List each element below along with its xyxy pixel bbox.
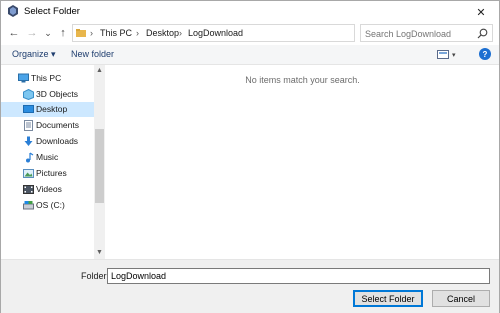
- sidebar-item-music[interactable]: Music: [1, 150, 94, 165]
- chevron-down-icon: ⌄: [44, 27, 52, 38]
- close-icon: ✕: [476, 6, 486, 19]
- window-title: Select Folder: [24, 6, 80, 17]
- breadcrumb-desktop[interactable]: Desktop: [146, 28, 179, 38]
- sidebar-item-label: Downloads: [36, 136, 79, 146]
- documents-icon: [24, 120, 33, 131]
- address-bar[interactable]: › This PC › Desktop › LogDownload ⌄ ↻: [72, 24, 423, 42]
- folder-label: Folder:: [81, 271, 110, 281]
- sidebar-item-this-pc[interactable]: This PC: [1, 71, 94, 86]
- sidebar-item-videos[interactable]: Videos: [1, 182, 94, 197]
- breadcrumb-separator: ›: [136, 28, 139, 38]
- command-bar: Organize ▾ New folder ▾ ?: [1, 45, 499, 65]
- empty-message: No items match your search.: [245, 75, 360, 85]
- sidebar-item-label: Pictures: [36, 168, 67, 178]
- up-button[interactable]: ↑: [56, 26, 70, 40]
- computer-icon: [18, 73, 29, 83]
- search-icon[interactable]: [477, 28, 488, 39]
- dialog-footer: Folder: Select Folder Cancel: [1, 259, 499, 313]
- select-folder-dialog: Select Folder ✕ ← → ⌄ ↑ › This PC › Desk…: [0, 0, 500, 313]
- scroll-down-icon[interactable]: ▼: [96, 249, 103, 256]
- app-icon: [8, 5, 18, 17]
- sidebar-item-downloads[interactable]: Downloads: [1, 134, 94, 149]
- breadcrumb-logdownload[interactable]: LogDownload: [188, 28, 243, 38]
- desktop-icon: [23, 105, 34, 113]
- view-icon: [437, 50, 449, 59]
- sidebar-item-label: OS (C:): [36, 200, 65, 210]
- sidebar-item-label: Videos: [36, 184, 62, 194]
- organize-button[interactable]: Organize ▾: [12, 49, 56, 60]
- new-folder-button[interactable]: New folder: [71, 49, 114, 59]
- folder-name-input[interactable]: [107, 268, 490, 284]
- search-box[interactable]: [360, 24, 493, 42]
- videos-icon: [23, 185, 34, 194]
- view-dropdown-icon: ▾: [452, 51, 456, 59]
- sidebar-item-label: Music: [36, 152, 59, 162]
- sidebar-item-documents[interactable]: Documents: [1, 118, 94, 133]
- sidebar-item-os-c[interactable]: OS (C:): [1, 198, 94, 213]
- file-list-area[interactable]: No items match your search.: [106, 65, 499, 259]
- sidebar-item-label: This PC: [31, 73, 62, 83]
- help-icon: ?: [482, 49, 488, 59]
- sidebar-item-label: Documents: [36, 120, 79, 130]
- breadcrumb-separator: ›: [179, 28, 182, 38]
- back-button[interactable]: ←: [7, 26, 21, 40]
- navigation-pane-scrollbar[interactable]: ▲ ▼: [94, 65, 105, 259]
- forward-button[interactable]: →: [25, 26, 39, 40]
- folder-icon: [76, 29, 86, 37]
- help-button[interactable]: ?: [479, 48, 491, 60]
- forward-arrow-icon: →: [26, 27, 38, 39]
- up-arrow-icon: ↑: [60, 27, 66, 39]
- sidebar-item-3d-objects[interactable]: 3D Objects: [1, 87, 94, 102]
- music-icon: [26, 152, 34, 163]
- select-folder-button[interactable]: Select Folder: [353, 290, 423, 307]
- address-row: ← → ⌄ ↑ › This PC › Desktop › LogDownloa…: [1, 23, 499, 45]
- sidebar-item-label: 3D Objects: [36, 89, 79, 99]
- sidebar-item-pictures[interactable]: Pictures: [1, 166, 94, 181]
- scrollbar-thumb[interactable]: [95, 129, 104, 203]
- drive-icon: [23, 201, 34, 210]
- back-arrow-icon: ←: [8, 27, 20, 39]
- downloads-icon: [24, 136, 33, 146]
- title-bar: Select Folder ✕: [1, 1, 499, 23]
- sidebar-item-desktop[interactable]: Desktop: [1, 102, 94, 117]
- 3d-objects-icon: [23, 89, 34, 100]
- sidebar-item-label: Desktop: [36, 104, 68, 114]
- search-input[interactable]: [365, 27, 475, 40]
- breadcrumb-this-pc[interactable]: This PC: [100, 28, 132, 38]
- cancel-button[interactable]: Cancel: [432, 290, 490, 307]
- breadcrumb-separator: ›: [90, 28, 93, 38]
- recent-locations-button[interactable]: ⌄: [41, 26, 55, 40]
- close-button[interactable]: ✕: [463, 1, 499, 23]
- scroll-up-icon[interactable]: ▲: [96, 67, 103, 74]
- navigation-pane: This PC 3D Objects Desktop Documents Dow…: [1, 65, 105, 259]
- pictures-icon: [23, 169, 34, 178]
- change-view-button[interactable]: ▾: [437, 48, 463, 61]
